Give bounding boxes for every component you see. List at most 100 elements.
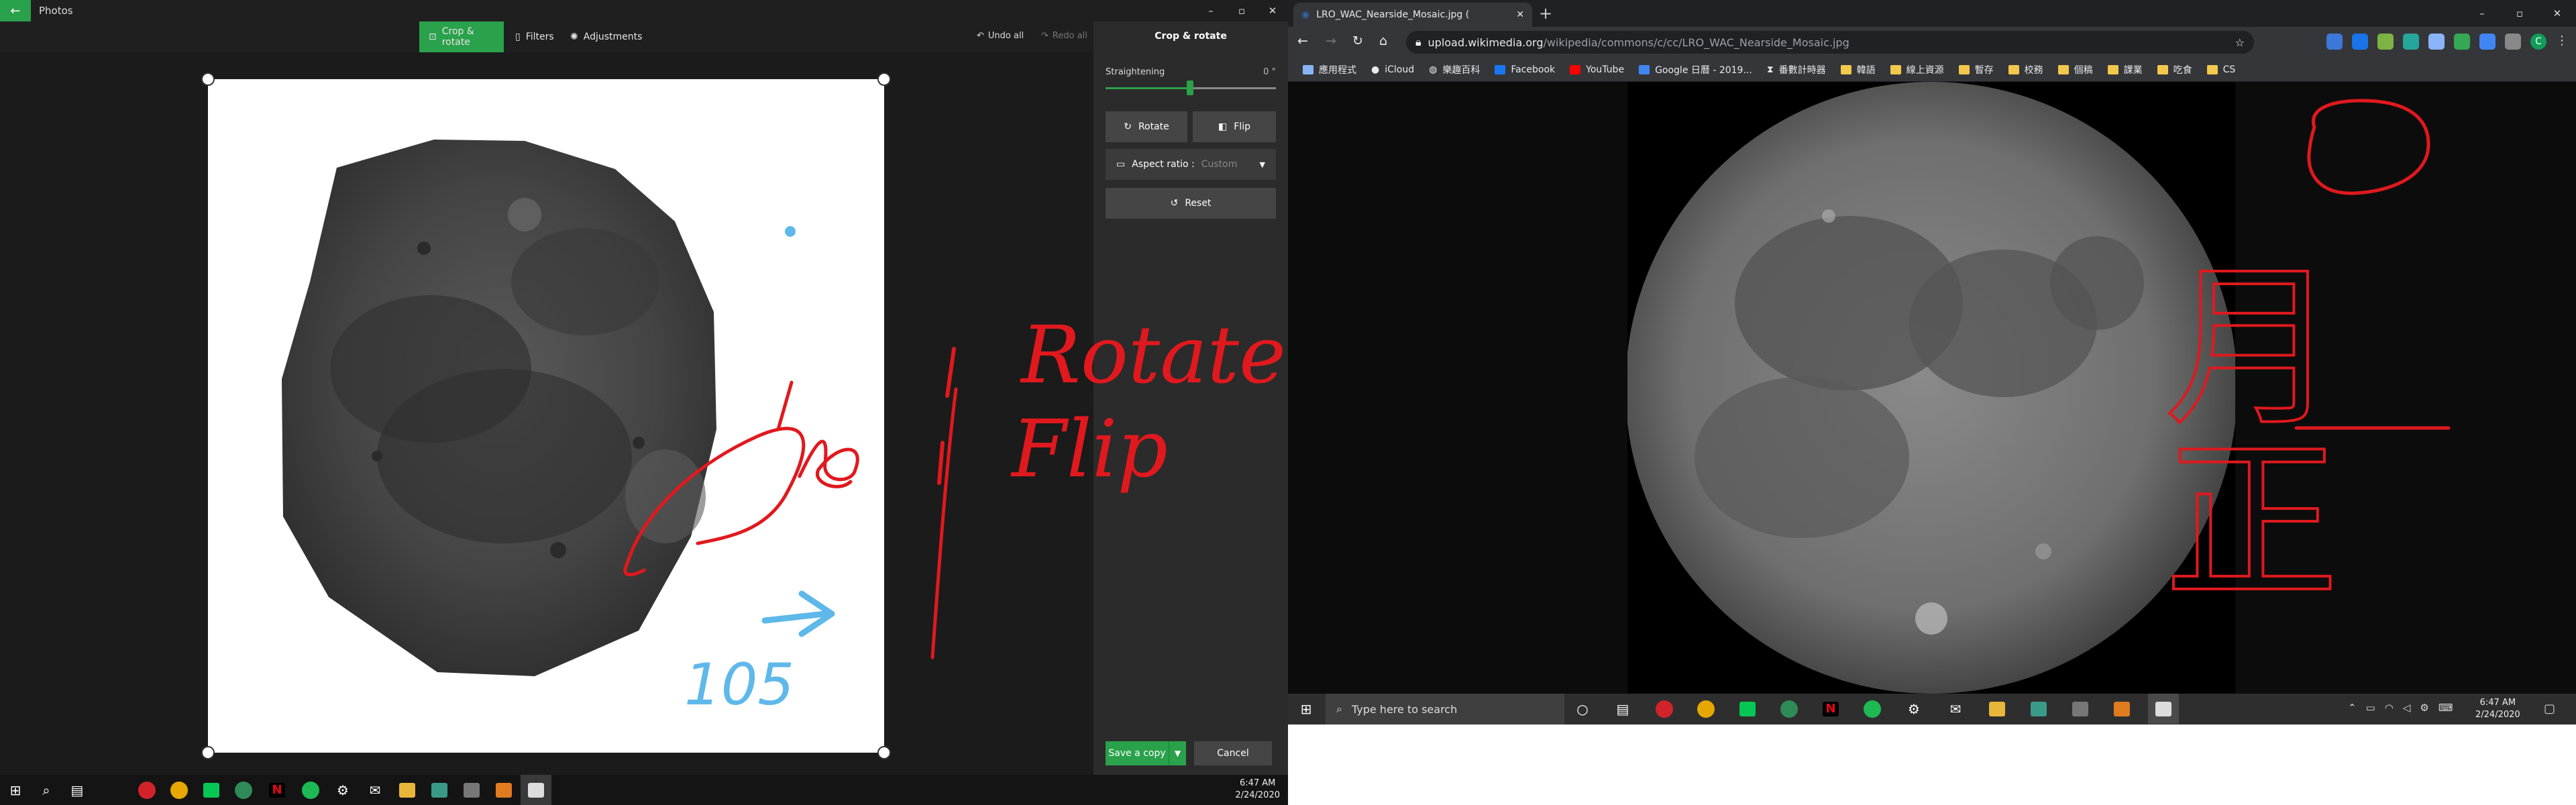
reset-button[interactable]: ↺ Reset [1106, 188, 1276, 219]
close-icon[interactable]: ✕ [1516, 9, 1524, 20]
restore-button[interactable]: ▫ [2501, 0, 2538, 27]
taskbar-app[interactable] [2023, 694, 2054, 724]
forward-button[interactable]: → [1326, 34, 1336, 48]
extension-icon[interactable] [2505, 34, 2521, 50]
tab-filters[interactable]: ▯ Filters [506, 21, 564, 52]
home-button[interactable]: ⌂ [1379, 34, 1387, 48]
taskbar-chrome[interactable] [1690, 694, 1721, 724]
task-view-button[interactable]: ▤ [62, 775, 93, 805]
taskbar-mail[interactable]: ✉ [360, 775, 390, 805]
redo-all-button[interactable]: ↷ Redo all [1041, 31, 1087, 41]
reload-button[interactable]: ↻ [1352, 34, 1363, 48]
new-tab-button[interactable]: + [1539, 4, 1552, 23]
extension-icon[interactable] [2326, 34, 2343, 50]
taskbar-settings[interactable]: ⚙ [1898, 694, 1929, 724]
browser-tab[interactable]: ◉ LRO_WAC_Nearside_Mosaic.jpg ( ✕ [1293, 3, 1532, 27]
taskbar-explorer[interactable] [392, 775, 423, 805]
star-icon[interactable]: ☆ [2235, 36, 2245, 49]
undo-all-button[interactable]: ↶ Undo all [977, 31, 1024, 41]
taskbar-opera[interactable] [1649, 694, 1680, 724]
tab-crop-rotate[interactable]: ⊡ Crop & rotate [419, 21, 504, 52]
bookmark-item[interactable]: ◍ 樂趣百科 [1429, 63, 1480, 76]
bookmark-folder[interactable]: 吃食 [2157, 63, 2192, 76]
rotate-button[interactable]: ↻ Rotate [1106, 111, 1187, 142]
clock[interactable]: 6:47 AM 2/24/2020 [2475, 697, 2520, 721]
taskbar-app[interactable] [456, 775, 487, 805]
taskbar-settings[interactable]: ⚙ [327, 775, 358, 805]
start-button[interactable]: ⊞ [1291, 694, 1322, 724]
taskbar-line[interactable] [1732, 694, 1763, 724]
bookmark-item[interactable]: 應用程式 [1303, 63, 1356, 76]
extension-icon[interactable] [2454, 34, 2470, 50]
cancel-button[interactable]: Cancel [1194, 741, 1272, 765]
crop-handle-bottom-left[interactable] [201, 746, 215, 759]
taskbar-spotify[interactable] [1857, 694, 1888, 724]
taskbar-explorer[interactable] [1982, 694, 2012, 724]
aspect-ratio-dropdown[interactable]: ▭ Aspect ratio : Custom ▼ [1106, 149, 1276, 180]
bookmark-item[interactable]: ● iCloud [1371, 64, 1414, 75]
search-button[interactable]: ⌕ [31, 775, 62, 805]
taskbar-chrome[interactable] [164, 775, 195, 805]
save-a-copy-button[interactable]: Save a copy ▼ [1106, 741, 1186, 765]
crop-handle-top-right[interactable] [877, 72, 891, 86]
restore-button[interactable]: ▫ [1226, 0, 1257, 21]
taskbar-photos[interactable] [2148, 694, 2179, 724]
extension-icon[interactable] [2352, 34, 2368, 50]
gear-icon[interactable]: ⚙ [2420, 702, 2428, 714]
bookmark-item[interactable]: Google 日曆 - 2019... [1639, 63, 1752, 76]
flip-button[interactable]: ◧ Flip [1193, 111, 1276, 142]
taskbar-photos[interactable] [521, 775, 551, 805]
notification-icon[interactable]: ▢ [2544, 702, 2555, 716]
taskbar-netflix[interactable]: N [262, 775, 292, 805]
close-button[interactable]: ✕ [1257, 0, 1288, 21]
battery-icon[interactable]: ▭ [2366, 702, 2375, 714]
taskbar-app[interactable] [424, 775, 455, 805]
bookmark-item[interactable]: ⧗ 番數計時器 [1767, 63, 1826, 76]
bookmark-folder[interactable]: 韓語 [1840, 63, 1876, 76]
address-bar[interactable]: 🔒︎ upload.wikimedia.org /wikipedia/commo… [1406, 31, 2254, 54]
minimize-button[interactable]: – [1195, 0, 1226, 21]
taskbar-app[interactable] [2065, 694, 2096, 724]
back-button[interactable]: ← [1297, 34, 1308, 48]
taskbar-opera[interactable] [131, 775, 162, 805]
volume-icon[interactable]: ◁ [2403, 702, 2411, 714]
bookmark-item[interactable]: Facebook [1495, 64, 1555, 75]
bookmark-folder[interactable]: CS [2206, 64, 2235, 75]
taskbar-mail[interactable]: ✉ [1940, 694, 1971, 724]
cortana-button[interactable]: ○ [1567, 694, 1598, 724]
extension-icon[interactable] [2479, 34, 2496, 50]
taskbar-app[interactable] [488, 775, 519, 805]
menu-kebab-icon[interactable]: ⋮ [2556, 34, 2568, 50]
chevron-down-icon[interactable]: ▼ [1169, 741, 1186, 765]
bookmark-folder[interactable]: 校務 [2008, 63, 2043, 76]
profile-avatar[interactable]: C [2530, 34, 2546, 50]
taskbar-app[interactable] [2106, 694, 2137, 724]
taskbar-app-green[interactable] [1774, 694, 1805, 724]
bookmark-folder[interactable]: 線上資源 [1890, 63, 1944, 76]
straightening-slider-thumb[interactable] [1187, 80, 1193, 95]
clock[interactable]: 6:47 AM 2/24/2020 [1235, 777, 1280, 802]
tab-adjustments[interactable]: ✺ Adjustments [561, 21, 651, 52]
bookmark-folder[interactable]: 個稿 [2057, 63, 2093, 76]
network-icon[interactable]: ◠ [2385, 702, 2394, 714]
minimize-button[interactable]: – [2463, 0, 2501, 27]
bookmark-folder[interactable]: 暫存 [1958, 63, 1994, 76]
search-box[interactable]: ⌕ Type here to search [1326, 694, 1564, 724]
task-view-button[interactable]: ▤ [1607, 694, 1638, 724]
extension-icon[interactable] [2377, 34, 2394, 50]
crop-handle-top-left[interactable] [201, 72, 215, 86]
keyboard-icon[interactable]: ⌨ [2438, 702, 2453, 714]
taskbar-spotify[interactable] [295, 775, 326, 805]
taskbar-netflix[interactable]: N [1815, 694, 1846, 724]
taskbar-line[interactable] [196, 775, 227, 805]
start-button[interactable]: ⊞ [0, 775, 31, 805]
bookmark-item[interactable]: YouTube [1570, 64, 1624, 75]
back-button[interactable]: ← [0, 0, 31, 21]
close-button[interactable]: ✕ [2538, 0, 2576, 27]
extension-icon[interactable] [2403, 34, 2419, 50]
bookmark-folder[interactable]: 課業 [2107, 63, 2143, 76]
taskbar-app-green[interactable] [228, 775, 259, 805]
extension-icon[interactable] [2428, 34, 2445, 50]
crop-frame[interactable] [208, 79, 884, 753]
chevron-up-icon[interactable]: ⌃ [2348, 702, 2357, 714]
